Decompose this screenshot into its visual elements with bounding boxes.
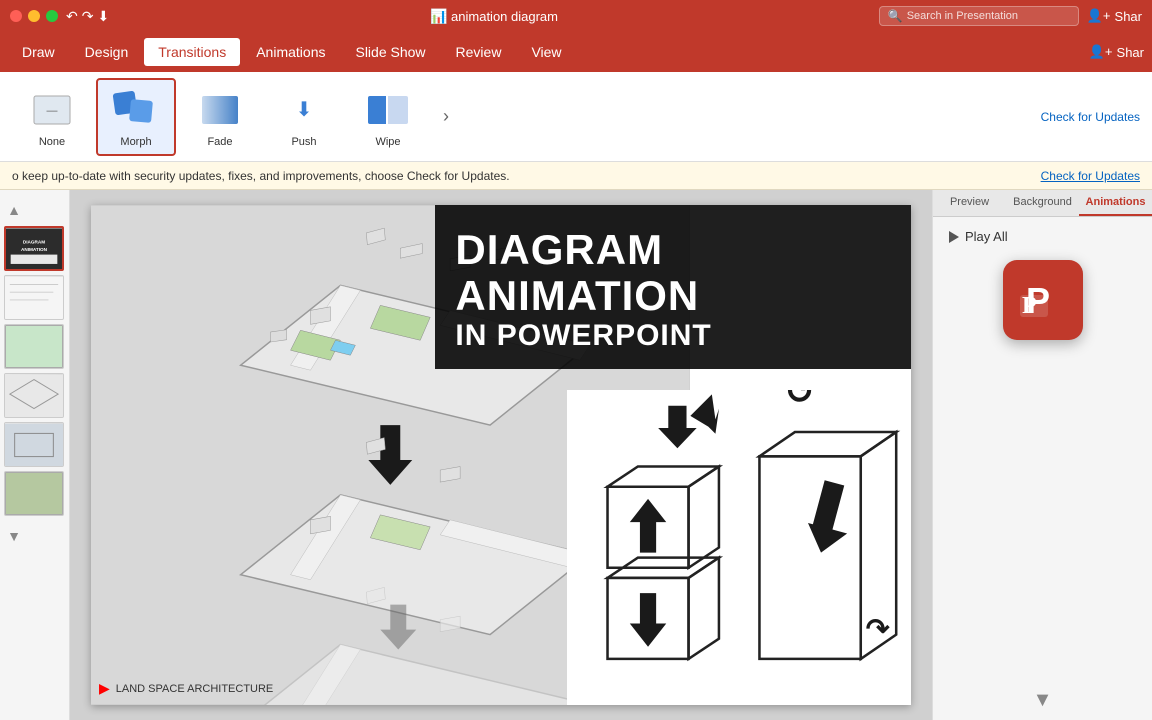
- menu-draw[interactable]: Draw: [8, 38, 69, 66]
- slide-canvas: DIAGRAM ANIMATION IN POWERPOINT: [91, 205, 911, 705]
- slide-thumb-6[interactable]: [4, 471, 64, 516]
- slide-thumb-5[interactable]: [4, 422, 64, 467]
- menu-transitions[interactable]: Transitions: [144, 38, 240, 66]
- morph-icon: [112, 86, 160, 134]
- slides-scroll-up[interactable]: ▲: [4, 198, 24, 222]
- youtube-icon: ▶: [99, 680, 110, 697]
- slide-1-preview: DIAGRAM ANIMATION: [6, 228, 62, 269]
- share-area[interactable]: 👤+ Shar: [1089, 44, 1144, 60]
- undo-button[interactable]: ↶: [66, 8, 78, 25]
- tab-preview[interactable]: Preview: [933, 190, 1006, 216]
- slide-6-preview: [5, 472, 63, 515]
- slide-thumb-2[interactable]: [4, 275, 64, 320]
- slide-thumb-1[interactable]: DIAGRAM ANIMATION: [4, 226, 64, 271]
- redo-button[interactable]: ↷: [82, 8, 94, 25]
- svg-text:↷: ↷: [865, 614, 889, 646]
- share-person-icon: 👤+: [1089, 44, 1113, 60]
- right-panel-content: Play All P P: [933, 217, 1152, 681]
- title-bar: ↶ ↷ ⬇ 📊 animation diagram 🔍 Search in Pr…: [0, 0, 1152, 32]
- slide-thumb-4[interactable]: [4, 373, 64, 418]
- morph-label: Morph: [120, 136, 151, 148]
- wipe-icon: [364, 86, 412, 134]
- powerpoint-icon: P P: [1003, 260, 1083, 340]
- title-line2: IN POWERPOINT: [455, 319, 887, 353]
- cubes-diagram: ↺: [567, 390, 911, 705]
- fade-icon: [196, 86, 244, 134]
- transition-morph[interactable]: Morph: [96, 78, 176, 156]
- save-button[interactable]: ⬇: [97, 8, 109, 25]
- right-panel: Preview Background Animations Play All P…: [932, 190, 1152, 720]
- slide-5-preview: [5, 423, 63, 466]
- transition-push[interactable]: ⬇ Push: [264, 80, 344, 154]
- ribbon: — None Morph Fade ⬇ Push: [0, 72, 1152, 162]
- push-label: Push: [291, 136, 316, 148]
- svg-text:—: —: [47, 105, 58, 117]
- svg-text:↺: ↺: [784, 390, 815, 412]
- check-updates-button[interactable]: Check for Updates: [1041, 169, 1140, 183]
- play-triangle-icon: [949, 231, 959, 243]
- play-all-label: Play All: [965, 229, 1008, 244]
- check-updates-link[interactable]: Check for Updates: [1041, 110, 1140, 124]
- search-bar[interactable]: 🔍 Search in Presentation: [879, 6, 1079, 26]
- slides-panel: ▲ DIAGRAM ANIMATION: [0, 190, 70, 720]
- push-icon: ⬇: [280, 86, 328, 134]
- canvas-area: DIAGRAM ANIMATION IN POWERPOINT: [70, 190, 932, 720]
- fade-label: Fade: [207, 136, 232, 148]
- cubes-area: ↺: [567, 390, 911, 705]
- app-title: 📊 animation diagram: [430, 8, 558, 25]
- none-icon: —: [28, 86, 76, 134]
- transition-fade[interactable]: Fade: [180, 80, 260, 154]
- svg-text:P: P: [1022, 293, 1037, 319]
- channel-name: LAND SPACE ARCHITECTURE: [116, 683, 274, 695]
- slide-4-preview: [5, 374, 63, 417]
- transition-wipe[interactable]: Wipe: [348, 80, 428, 154]
- svg-text:DIAGRAM: DIAGRAM: [23, 239, 45, 244]
- tab-animations[interactable]: Animations: [1079, 190, 1152, 216]
- menu-bar: Draw Design Transitions Animations Slide…: [0, 32, 1152, 72]
- tab-background[interactable]: Background: [1006, 190, 1079, 216]
- slide-3-preview: [5, 325, 63, 368]
- wipe-label: Wipe: [375, 136, 400, 148]
- slides-scroll-down[interactable]: ▼: [4, 524, 24, 548]
- menu-view[interactable]: View: [517, 38, 575, 66]
- title-line1: DIAGRAM ANIMATION: [455, 227, 887, 319]
- menu-animations[interactable]: Animations: [242, 38, 339, 66]
- window-controls[interactable]: [10, 10, 58, 22]
- ppt-icon: 📊: [430, 8, 447, 24]
- play-all-button[interactable]: Play All: [941, 225, 1144, 248]
- none-label: None: [39, 136, 65, 148]
- main-area: ▲ DIAGRAM ANIMATION: [0, 190, 1152, 720]
- menu-slideshow[interactable]: Slide Show: [341, 38, 439, 66]
- maximize-button[interactable]: [46, 10, 58, 22]
- share-button[interactable]: 👤+ Shar: [1087, 8, 1142, 24]
- titlebar-left: ↶ ↷ ⬇: [10, 8, 109, 25]
- close-button[interactable]: [10, 10, 22, 22]
- right-panel-scroll-down[interactable]: ▼: [933, 681, 1152, 720]
- title-overlay: DIAGRAM ANIMATION IN POWERPOINT: [435, 205, 911, 369]
- ppt-icon-wrapper: P P: [941, 260, 1144, 340]
- youtube-watermark: ▶ LAND SPACE ARCHITECTURE: [99, 680, 273, 697]
- svg-text:ANIMATION: ANIMATION: [21, 246, 48, 251]
- menu-review[interactable]: Review: [442, 38, 516, 66]
- slide-content: DIAGRAM ANIMATION IN POWERPOINT: [91, 205, 911, 705]
- transition-none[interactable]: — None: [12, 80, 92, 154]
- update-notice: o keep up-to-date with security updates,…: [0, 162, 1152, 190]
- right-panel-tabs: Preview Background Animations: [933, 190, 1152, 217]
- ppt-logo-svg: P P: [1018, 275, 1068, 325]
- minimize-button[interactable]: [28, 10, 40, 22]
- slide-thumb-3[interactable]: [4, 324, 64, 369]
- ribbon-scroll-right[interactable]: ›: [436, 102, 456, 131]
- search-icon: 🔍: [888, 9, 903, 23]
- undo-redo-controls[interactable]: ↶ ↷ ⬇: [66, 8, 109, 25]
- menu-design[interactable]: Design: [71, 38, 143, 66]
- slide-2-preview: [5, 276, 63, 319]
- titlebar-right: 🔍 Search in Presentation 👤+ Shar: [879, 6, 1142, 26]
